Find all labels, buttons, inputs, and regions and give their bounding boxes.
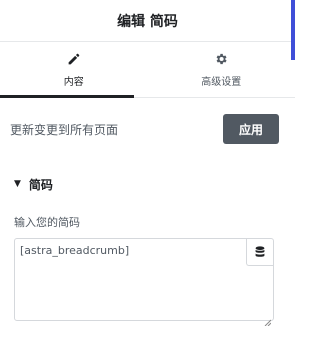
gear-icon	[214, 51, 228, 67]
tab-content[interactable]: 内容	[0, 42, 148, 97]
shortcode-textarea[interactable]	[15, 239, 273, 320]
caret-down-icon: ▼	[14, 179, 21, 189]
tab-advanced[interactable]: 高级设置	[148, 42, 296, 97]
tab-content-label: 内容	[63, 77, 84, 88]
section-title: 简码	[28, 177, 53, 192]
apply-button[interactable]: 应用	[223, 114, 279, 144]
active-tab-indicator	[0, 95, 134, 98]
pencil-icon	[67, 51, 80, 67]
tab-bar: 内容 高级设置	[0, 42, 295, 98]
shortcode-field	[14, 238, 274, 327]
database-icon	[255, 243, 265, 262]
resize-handle-icon[interactable]	[264, 311, 272, 327]
shortcode-label: 输入您的简码	[14, 216, 80, 229]
dynamic-tags-button[interactable]	[246, 239, 273, 266]
editor-panel: 编辑 简码 内容 高级设置 更新变更到所有页面 应用 ▼ 简码 输入您的简码 […	[0, 0, 295, 342]
panel-header: 编辑 简码	[0, 0, 295, 42]
panel-title: 编辑 简码	[117, 13, 178, 30]
section-toggle-shortcode[interactable]: ▼ 简码	[0, 170, 295, 198]
tab-advanced-label: 高级设置	[201, 77, 242, 88]
apply-row: 更新变更到所有页面 应用	[0, 98, 295, 160]
apply-description: 更新变更到所有页面	[10, 122, 119, 137]
